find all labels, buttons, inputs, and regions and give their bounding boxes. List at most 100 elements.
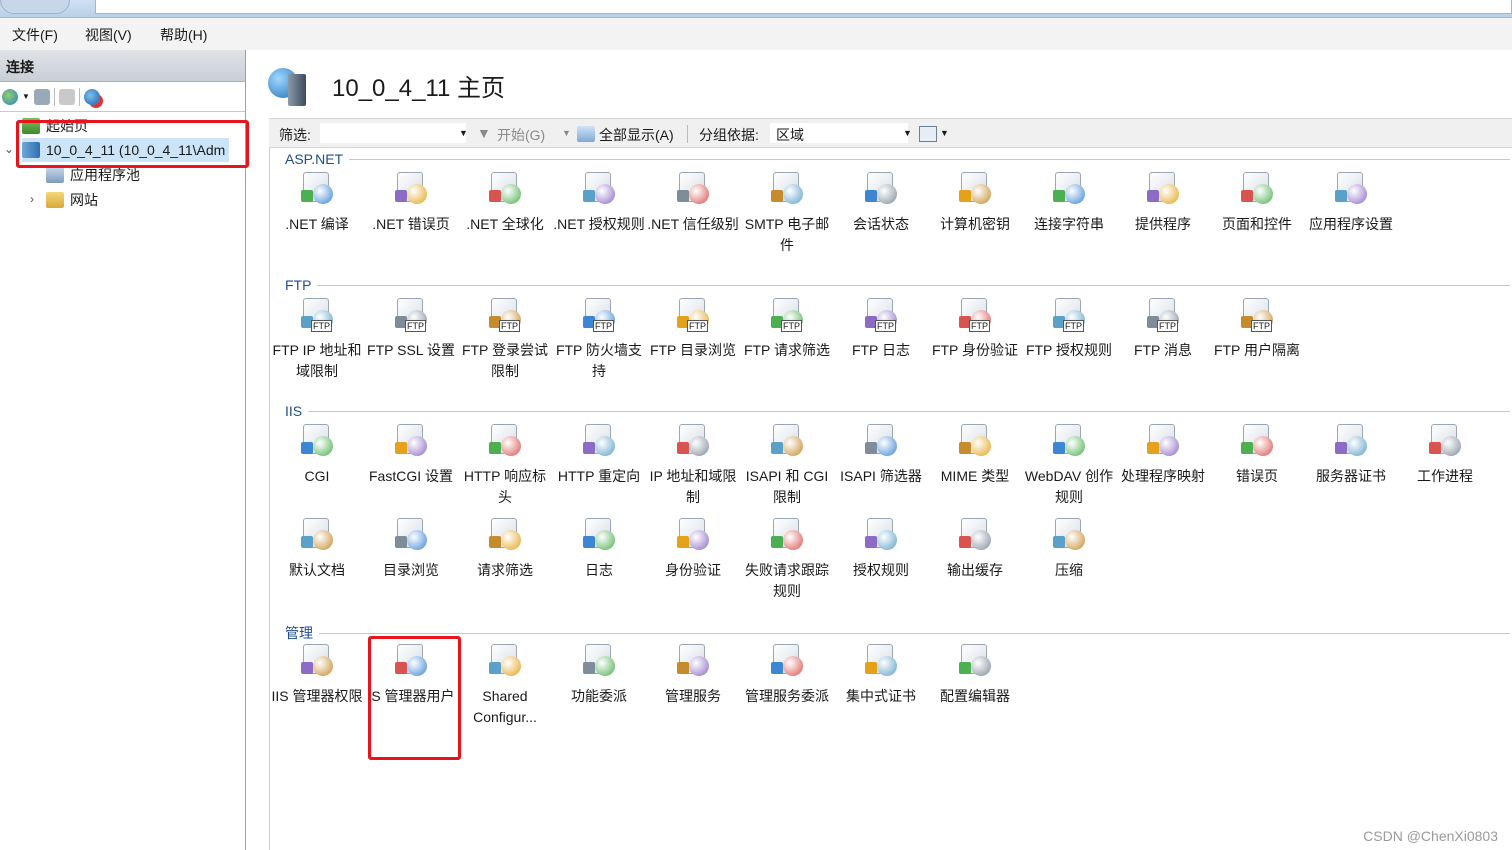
group-header[interactable]: FTP <box>285 277 1510 293</box>
tree-sites[interactable]: 网站 <box>46 188 98 212</box>
feature-item[interactable]: 请求筛选 <box>458 514 552 581</box>
feature-item[interactable]: 错误页 <box>1210 420 1304 487</box>
feature-item[interactable]: 输出缓存 <box>928 514 1022 581</box>
feature-label: 默认文档 <box>289 562 345 578</box>
chevron-down-icon[interactable]: ▼ <box>459 128 468 138</box>
group-divider <box>308 410 1510 412</box>
feature-item[interactable]: 页面和控件 <box>1210 168 1304 235</box>
feature-item[interactable]: 功能委派 <box>552 640 646 707</box>
feature-item[interactable]: .NET 信任级别 <box>646 168 740 235</box>
feature-item[interactable]: HTTP 重定向 <box>552 420 646 487</box>
feature-item[interactable]: 身份验证 <box>646 514 740 581</box>
feature-item[interactable]: 目录浏览 <box>364 514 458 581</box>
feature-label: FTP 消息 <box>1133 342 1193 358</box>
feature-item[interactable]: 计算机密钥 <box>928 168 1022 235</box>
dotnet-error-page-icon <box>391 168 431 208</box>
chevron-down-icon[interactable]: ▼ <box>562 128 571 138</box>
feature-item[interactable]: FTP FTP 防火墙支持 <box>552 294 646 382</box>
session-state-icon <box>861 168 901 208</box>
feature-item[interactable]: FTP FTP 目录浏览 <box>646 294 740 361</box>
feature-item[interactable]: HTTP 响应标头 <box>458 420 552 508</box>
group-header[interactable]: IIS <box>285 403 1510 419</box>
group-by-select[interactable]: 区域 <box>769 122 909 144</box>
feature-item[interactable]: 工作进程 <box>1398 420 1492 487</box>
expand-chevron-icon[interactable]: ⌄ <box>4 142 14 156</box>
feature-item[interactable]: .NET 全球化 <box>458 168 552 235</box>
feature-item[interactable]: FTP FTP 授权规则 <box>1022 294 1116 361</box>
up-folder-icon[interactable] <box>58 88 75 105</box>
feature-label: FTP 用户隔离 <box>1213 342 1301 358</box>
feature-item[interactable]: 授权规则 <box>834 514 928 581</box>
feature-label: IIS 管理器权限 <box>271 688 363 704</box>
chevron-down-icon[interactable]: ▼ <box>903 128 912 138</box>
feature-item[interactable]: SMTP 电子邮件 <box>740 168 834 256</box>
feature-item[interactable]: 配置编辑器 <box>928 640 1022 707</box>
feature-item[interactable]: IIS 管理器权限 <box>270 640 364 707</box>
app-settings-icon <box>1331 168 1371 208</box>
feature-item[interactable]: 管理服务 <box>646 640 740 707</box>
feature-label: FTP 防火墙支持 <box>555 342 643 379</box>
feature-item[interactable]: WebDAV 创作规则 <box>1022 420 1116 508</box>
chevron-down-icon[interactable]: ▼ <box>940 128 949 138</box>
feature-label: FTP SSL 设置 <box>367 342 455 358</box>
start-filter-button[interactable]: 开始(G) <box>497 125 545 145</box>
feature-item[interactable]: FTP FTP 身份验证 <box>928 294 1022 361</box>
collapse-chevron-icon[interactable]: › <box>30 192 34 206</box>
view-mode-icon[interactable] <box>919 126 937 142</box>
feature-item[interactable]: IP 地址和域限制 <box>646 420 740 508</box>
feature-item[interactable]: 处理程序映射 <box>1116 420 1210 487</box>
save-icon[interactable] <box>33 88 50 105</box>
feature-label: FTP 日志 <box>851 342 911 358</box>
feature-label: HTTP 重定向 <box>557 468 641 484</box>
group-header[interactable]: ASP.NET <box>285 151 1510 167</box>
feature-item[interactable]: FTP FTP 用户隔离 <box>1210 294 1304 361</box>
feature-label: FTP 请求筛选 <box>743 342 831 358</box>
feature-item[interactable]: 管理服务委派 <box>740 640 834 707</box>
feature-item[interactable]: 默认文档 <box>270 514 364 581</box>
feature-item[interactable]: 日志 <box>552 514 646 581</box>
group-divider <box>349 158 1510 160</box>
feature-item[interactable]: .NET 授权规则 <box>552 168 646 235</box>
feature-item[interactable]: FTP FTP 日志 <box>834 294 928 361</box>
show-all-button[interactable]: 全部显示(A) <box>599 125 674 145</box>
back-forward-buttons[interactable] <box>0 0 70 14</box>
feature-item[interactable]: MIME 类型 <box>928 420 1022 487</box>
feature-item[interactable]: Shared Configur... <box>458 640 552 728</box>
feature-item[interactable]: FastCGI 设置 <box>364 420 458 487</box>
feature-item[interactable]: .NET 错误页 <box>364 168 458 235</box>
feature-item[interactable]: 应用程序设置 <box>1304 168 1398 235</box>
feature-item[interactable]: FTP FTP 请求筛选 <box>740 294 834 361</box>
group-header-label: FTP <box>285 277 312 293</box>
feature-item[interactable]: .NET 编译 <box>270 168 364 235</box>
feature-item[interactable]: 会话状态 <box>834 168 928 235</box>
chevron-down-icon[interactable]: ▼ <box>22 92 30 101</box>
feature-item[interactable]: ISAPI 和 CGI 限制 <box>740 420 834 508</box>
feature-item[interactable]: 压缩 <box>1022 514 1116 581</box>
menu-help[interactable]: 帮助(H) <box>160 25 207 45</box>
feature-label: 集中式证书 <box>846 688 916 704</box>
feature-item[interactable]: ISAPI 筛选器 <box>834 420 928 487</box>
feature-item[interactable]: 提供程序 <box>1116 168 1210 235</box>
feature-label: .NET 授权规则 <box>553 216 645 232</box>
dir-browse-icon <box>391 514 431 554</box>
feature-label: 压缩 <box>1055 562 1083 578</box>
address-bar[interactable] <box>95 0 1512 14</box>
window-titlebar <box>0 0 1512 18</box>
highlight-box <box>368 636 461 760</box>
funnel-icon: ▼ <box>477 125 491 141</box>
feature-item[interactable]: FTP FTP 登录尝试限制 <box>458 294 552 382</box>
menu-file[interactable]: 文件(F) <box>12 25 58 45</box>
disconnect-icon[interactable] <box>83 88 100 105</box>
feature-item[interactable]: 失败请求跟踪规则 <box>740 514 834 602</box>
menu-view[interactable]: 视图(V) <box>85 25 132 45</box>
feature-item[interactable]: 连接字符串 <box>1022 168 1116 235</box>
feature-item[interactable]: CGI <box>270 420 364 487</box>
feature-item[interactable]: 集中式证书 <box>834 640 928 707</box>
filter-input[interactable] <box>319 122 467 144</box>
connect-globe-icon[interactable] <box>2 88 18 105</box>
feature-item[interactable]: FTP FTP SSL 设置 <box>364 294 458 361</box>
feature-item[interactable]: 服务器证书 <box>1304 420 1398 487</box>
feature-item[interactable]: FTP FTP 消息 <box>1116 294 1210 361</box>
mgmt-delegation-icon <box>767 640 807 680</box>
feature-item[interactable]: FTP FTP IP 地址和域限制 <box>270 294 364 382</box>
